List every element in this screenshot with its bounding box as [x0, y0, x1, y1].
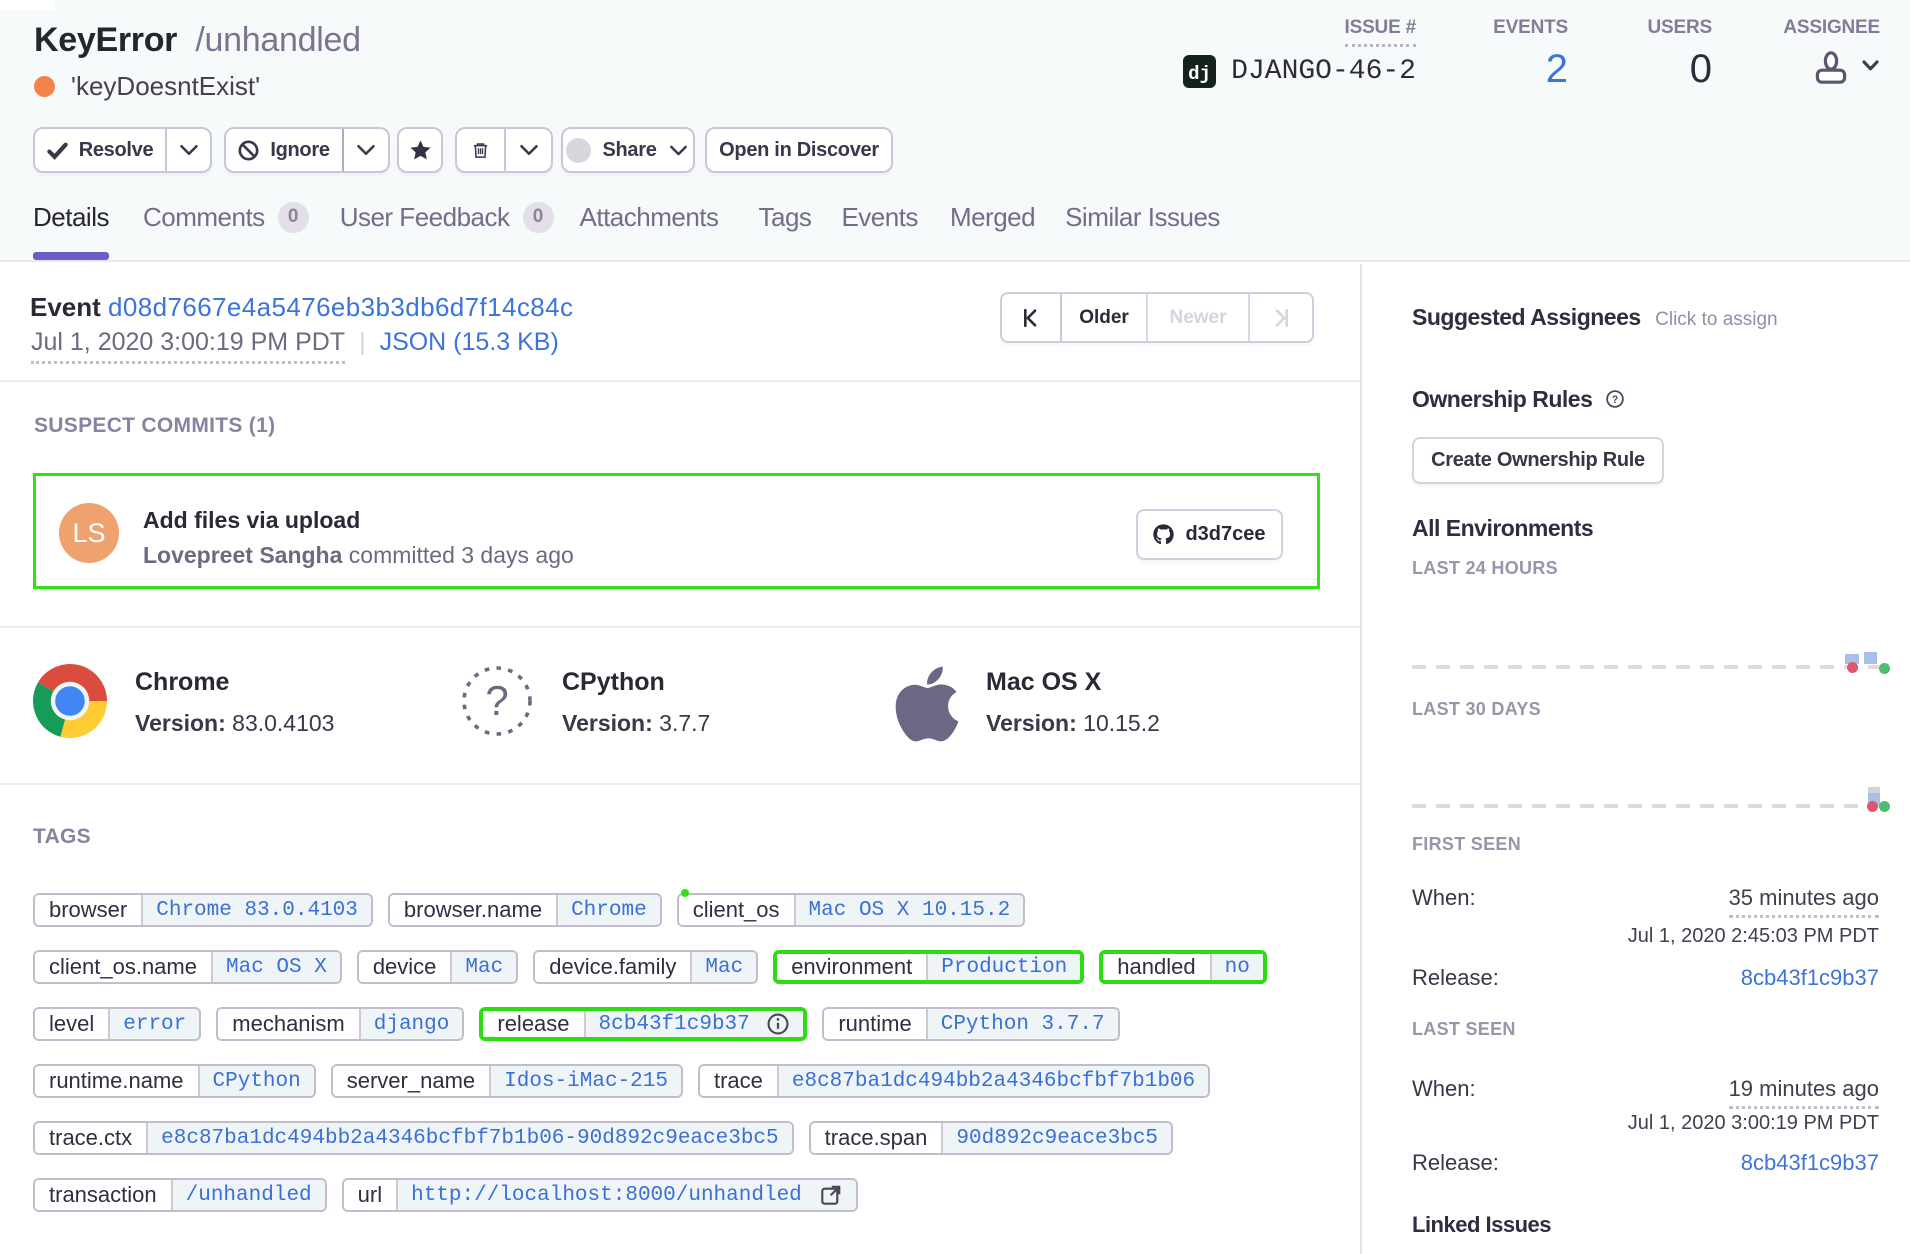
svg-text:?: ?: [485, 677, 508, 724]
svg-text:?: ?: [1612, 394, 1619, 406]
svg-text:dj: dj: [1188, 63, 1211, 85]
